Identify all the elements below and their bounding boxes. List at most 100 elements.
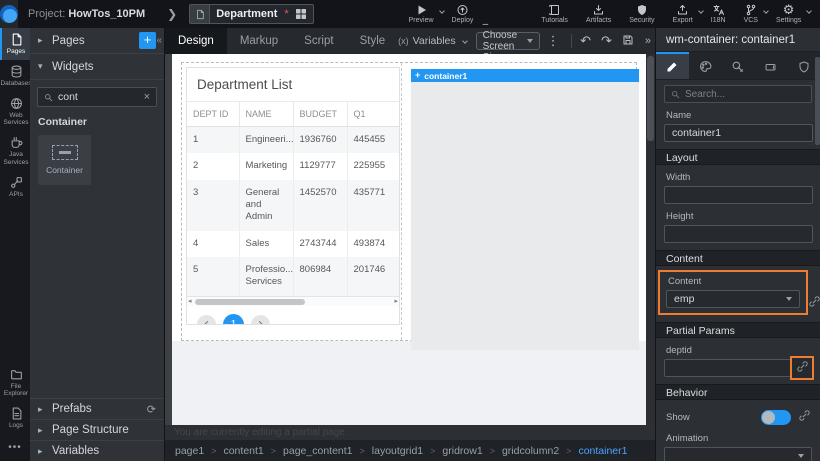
rail-item-databases[interactable]: Databases (0, 60, 30, 92)
tab-script[interactable]: Script (291, 28, 346, 54)
selection-header[interactable]: + container1 (411, 69, 639, 82)
preview-button[interactable]: Preview (400, 0, 443, 28)
pages-section-header[interactable]: ▸ Pages + (30, 28, 164, 54)
tab-design[interactable]: Design (165, 28, 227, 54)
horizontal-scrollbar[interactable]: ◂ ▸ (187, 296, 399, 306)
expand-right-icon[interactable]: » (639, 35, 655, 47)
refresh-icon[interactable]: ⟳ (147, 403, 156, 416)
scrollbar-thumb[interactable] (195, 299, 305, 305)
breadcrumb-item[interactable]: page1 (175, 445, 204, 457)
properties-panel-title: wm-container: container1 (656, 28, 820, 52)
deploy-button[interactable]: Deploy (443, 0, 483, 28)
redo-button[interactable]: ↷ (596, 33, 617, 49)
container-widget-tile[interactable]: Container (38, 135, 91, 185)
app-logo[interactable] (0, 0, 18, 28)
i18n-button[interactable]: I18N (702, 0, 735, 28)
rail-item-logs[interactable]: Logs (0, 402, 30, 434)
folder-icon (10, 368, 23, 381)
security-button[interactable]: Security (620, 0, 663, 28)
property-search-input[interactable] (685, 89, 805, 100)
content-label: Content (668, 276, 798, 287)
widgets-section-header[interactable]: ▾ Widgets (30, 54, 164, 80)
prev-page-button[interactable] (197, 315, 216, 325)
current-page-button[interactable]: 1 (223, 314, 244, 325)
table-row[interactable]: 1Engineeri...1936760445455 (187, 127, 399, 154)
variables-button[interactable]: (x) Variables (398, 35, 467, 47)
export-button[interactable]: Export (664, 0, 702, 28)
collapse-panel-icon[interactable]: « (156, 35, 162, 46)
move-icon[interactable]: + (415, 69, 420, 82)
show-toggle[interactable] (761, 410, 791, 425)
breadcrumb-item[interactable]: layoutgrid1 (372, 445, 423, 457)
col-header[interactable]: Q1 (347, 102, 399, 127)
more-vertical-icon[interactable]: ⋮ (540, 33, 567, 49)
name-input[interactable] (664, 124, 813, 142)
col-header[interactable]: BUDGET (293, 102, 347, 127)
width-input[interactable] (664, 186, 813, 204)
tab-mobile[interactable] (754, 52, 787, 79)
selected-container-widget[interactable]: + container1 (411, 69, 639, 350)
rail-item-file-explorer[interactable]: File Explorer (0, 363, 30, 403)
breadcrumb-item[interactable]: page_content1 (283, 445, 352, 457)
content-select[interactable]: emp (666, 290, 800, 308)
rail-item-apis[interactable]: APIs (0, 171, 30, 203)
table-row[interactable]: 4Sales2743744493874 (187, 231, 399, 257)
properties-tabs (656, 52, 820, 80)
department-table-widget[interactable]: Department List DEPT ID NAME BUDGET Q1 1… (186, 67, 400, 325)
container-body[interactable] (411, 82, 639, 350)
variables-section-header[interactable]: ▸ Variables (30, 440, 164, 461)
animation-select[interactable] (664, 447, 812, 461)
canvas-vertical-scrollbar[interactable] (646, 54, 655, 425)
rail-item-pages[interactable]: Pages (0, 28, 30, 60)
arrow-right-icon: ▸ (38, 425, 45, 436)
download-tray-icon (592, 4, 605, 16)
screen-size-select[interactable]: – Choose Screen Size – (476, 32, 540, 50)
layout-section-header: Layout (656, 149, 820, 165)
behavior-section-header: Behavior (656, 384, 820, 400)
scroll-left-icon[interactable]: ◂ (188, 297, 192, 307)
table-row[interactable]: 3General and Admin1452570435771 (187, 180, 399, 231)
add-page-button[interactable]: + (139, 32, 156, 49)
undo-button[interactable]: ↶ (575, 33, 596, 49)
tab-events[interactable] (722, 52, 755, 79)
scrollbar-thumb[interactable] (647, 56, 654, 141)
caret-down-icon (527, 39, 533, 43)
tab-markup[interactable]: Markup (227, 28, 291, 54)
upload-tray-icon (676, 4, 689, 16)
page-selector[interactable]: Department * (189, 4, 313, 24)
page-surface[interactable]: Department List DEPT ID NAME BUDGET Q1 1… (172, 54, 646, 425)
widget-search-input[interactable] (58, 91, 139, 103)
settings-button[interactable]: ⚙ Settings (767, 0, 810, 28)
more-options-icon[interactable]: ••• (0, 434, 30, 459)
breadcrumb-item-active[interactable]: container1 (578, 445, 627, 457)
rail-item-web-services[interactable]: Web Services (0, 92, 30, 132)
breadcrumb-item[interactable]: gridrow1 (442, 445, 482, 457)
palette-icon (699, 60, 712, 73)
col-header[interactable]: NAME (239, 102, 293, 127)
tab-style[interactable]: Style (347, 28, 399, 54)
clear-search-icon[interactable]: × (144, 91, 150, 103)
rail-item-java-services[interactable]: Java Services (0, 131, 30, 171)
prefabs-section-header[interactable]: ▸ Prefabs ⟳ (30, 398, 164, 419)
table-title: Department List (187, 68, 399, 102)
table-row[interactable]: 5Professio... Services806984201746 (187, 257, 399, 296)
next-page-button[interactable] (251, 315, 270, 325)
artifacts-button[interactable]: Artifacts (577, 0, 620, 28)
layout-grid-outline[interactable]: Department List DEPT ID NAME BUDGET Q1 1… (181, 62, 637, 341)
col-header[interactable]: DEPT ID (187, 102, 239, 127)
save-button[interactable] (617, 34, 639, 49)
tab-properties[interactable] (656, 52, 689, 79)
height-input[interactable] (664, 225, 813, 243)
bind-link-icon[interactable] (799, 408, 810, 426)
vcs-button[interactable]: VCS (735, 0, 767, 28)
page-structure-section-header[interactable]: ▸ Page Structure (30, 419, 164, 440)
panel-scrollbar[interactable] (815, 53, 820, 461)
scroll-right-icon[interactable]: ▸ (394, 297, 398, 307)
bind-link-icon[interactable] (797, 359, 808, 377)
dashboard-grid-icon[interactable] (295, 8, 307, 20)
tutorials-button[interactable]: Tutorials (532, 0, 577, 28)
tab-styles[interactable] (689, 52, 722, 79)
breadcrumb-item[interactable]: gridcolumn2 (502, 445, 559, 457)
table-row[interactable]: 2Marketing1129777225955 (187, 153, 399, 179)
breadcrumb-item[interactable]: content1 (223, 445, 263, 457)
